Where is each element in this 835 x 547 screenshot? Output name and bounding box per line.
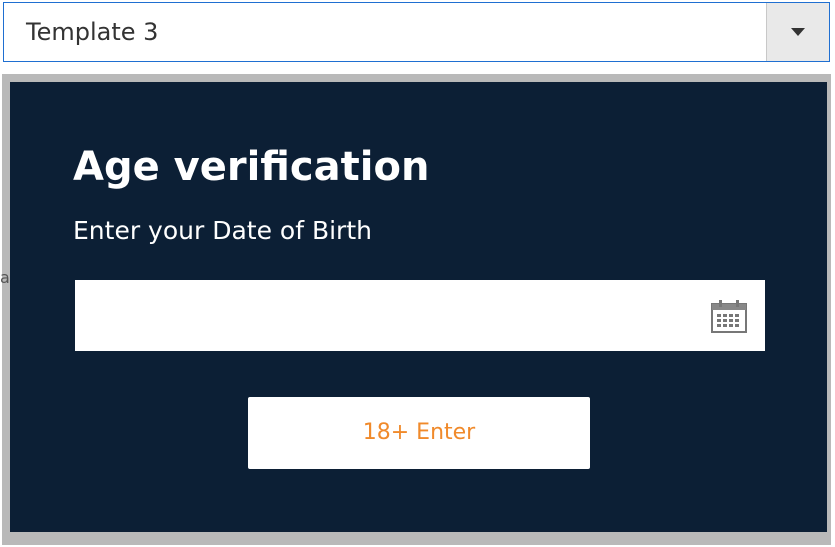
template-select-toggle[interactable] (766, 3, 829, 61)
date-of-birth-input[interactable] (75, 280, 765, 351)
age-verification-popup: Age verification Enter your Date of Birt… (10, 82, 827, 532)
popup-subtitle: Enter your Date of Birth (73, 216, 372, 245)
edge-text: a (0, 268, 10, 287)
calendar-icon[interactable] (710, 298, 748, 334)
popup-title: Age verification (73, 144, 430, 190)
template-select[interactable]: Template 3 (3, 2, 830, 62)
chevron-down-icon (791, 28, 805, 36)
enter-button[interactable]: 18+ Enter (248, 397, 590, 469)
template-select-value: Template 3 (26, 18, 159, 46)
